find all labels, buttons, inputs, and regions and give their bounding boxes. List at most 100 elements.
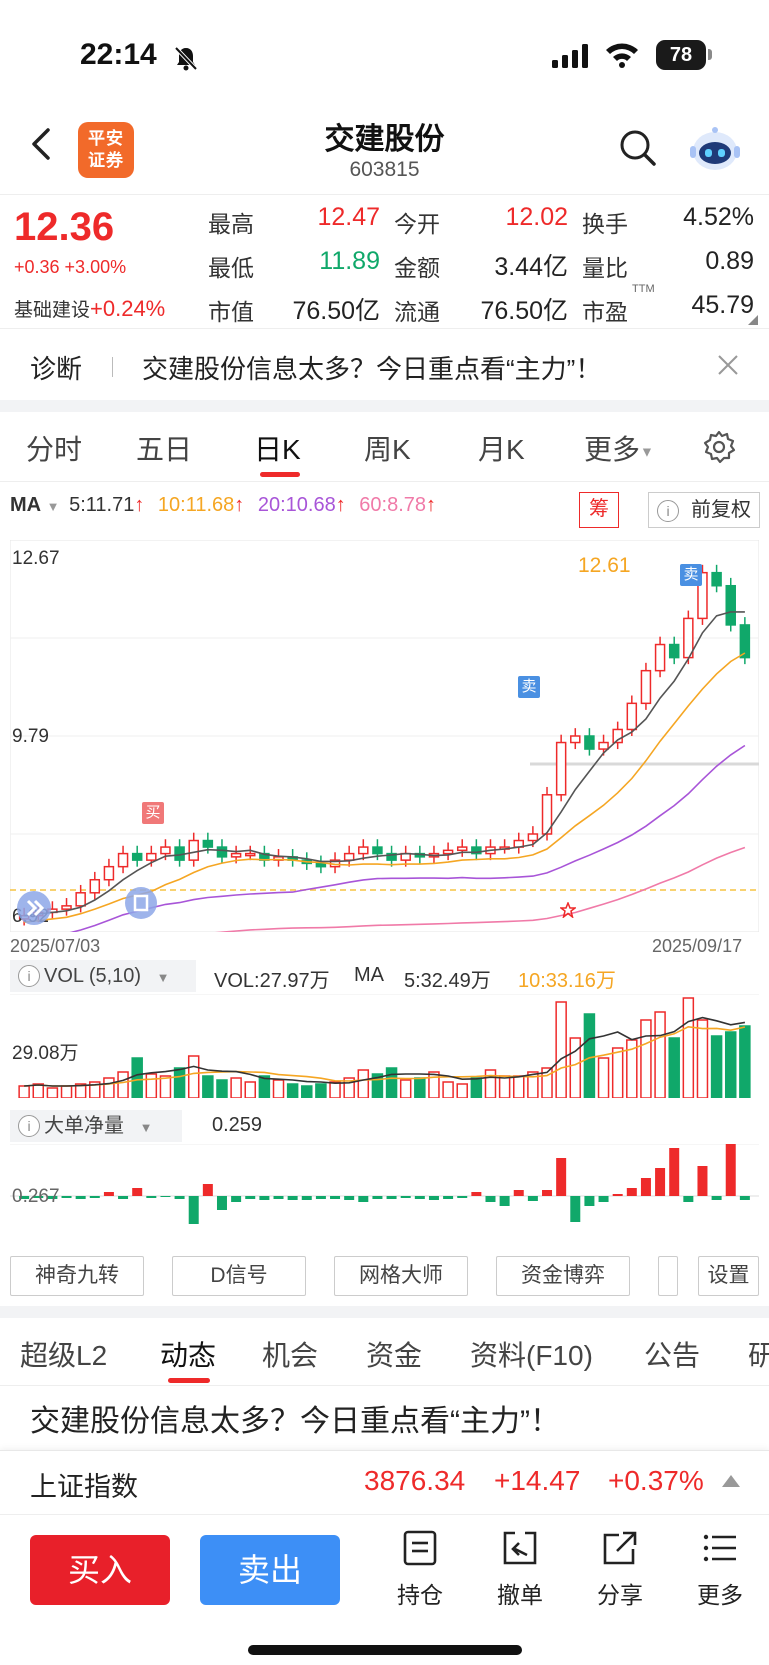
expand-corner-icon[interactable]	[748, 315, 758, 325]
kline-candle	[61, 905, 72, 910]
big-order-axis-label: 0.267	[12, 1186, 60, 1207]
volume-indicator-selector[interactable]: i VOL (5,10) ▼	[10, 960, 196, 992]
tool-fund-game[interactable]: 资金博弈	[496, 1256, 630, 1296]
big-order-bar	[669, 1148, 680, 1196]
big-order-bar	[287, 1196, 298, 1200]
tab-announcement[interactable]: 公告	[644, 1334, 700, 1374]
tab-research[interactable]: 研	[748, 1334, 769, 1374]
tab-funds[interactable]: 资金	[366, 1334, 422, 1374]
tab-opportunity[interactable]: 机会	[262, 1334, 318, 1374]
quote-value-float: 76.50亿	[480, 297, 568, 325]
big-order-bar	[89, 1196, 100, 1198]
big-order-chart[interactable]: 0.267	[10, 1144, 759, 1248]
buy-button[interactable]: 买入	[30, 1535, 170, 1605]
sell-signal-marker-2[interactable]: 卖	[680, 564, 702, 586]
big-order-bar	[146, 1196, 157, 1198]
ma-label[interactable]: MA	[10, 494, 41, 516]
tab-five-day[interactable]: 五日	[136, 428, 192, 468]
sector-info[interactable]: 基础建设+0.24%	[14, 295, 165, 322]
volume-bar	[555, 1001, 567, 1098]
volume-chart[interactable]: 29.08万	[10, 994, 759, 1098]
tab-weekly-k[interactable]: 周K	[364, 428, 411, 468]
tab-monthly-k[interactable]: 月K	[478, 428, 525, 468]
holdings-button[interactable]: 持仓	[388, 1529, 452, 1610]
stock-header: 平安 证券 交建股份 603815	[0, 110, 769, 194]
big-order-bar	[174, 1196, 185, 1199]
quote-label-amount: 金额	[394, 255, 440, 281]
quote-label-float: 流通	[394, 299, 440, 325]
holdings-label: 持仓	[397, 1582, 443, 1608]
kline-candle	[711, 571, 722, 587]
big-order-selector[interactable]: i 大单净量 ▼	[10, 1110, 182, 1142]
collapse-left-icon[interactable]	[16, 890, 52, 926]
ai-assistant-robot-icon[interactable]	[688, 124, 742, 174]
expand-up-icon[interactable]	[722, 1475, 740, 1487]
section-gap	[0, 400, 769, 412]
menu-icon	[703, 1534, 736, 1562]
close-icon[interactable]	[716, 353, 740, 377]
event-star-icon[interactable]	[560, 902, 576, 918]
tool-settings[interactable]: 设置	[698, 1256, 759, 1296]
sell-button[interactable]: 卖出	[200, 1535, 340, 1605]
tool-grid-master[interactable]: 网格大师	[334, 1256, 468, 1296]
big-order-bar	[457, 1196, 468, 1198]
volume-bar	[399, 1079, 412, 1098]
cancel-order-label: 撤单	[497, 1582, 543, 1608]
tab-super-l2[interactable]: 超级L2	[20, 1334, 107, 1374]
ma-dropdown-icon[interactable]: ▼	[47, 499, 60, 514]
tab-more[interactable]: 更多▼	[584, 428, 654, 468]
tab-intraday[interactable]: 分时	[26, 428, 82, 468]
kline-candle	[244, 852, 256, 857]
volume-bar	[484, 1069, 497, 1098]
chip-distribution-button[interactable]: 筹	[579, 492, 619, 528]
kline-candle	[372, 846, 383, 855]
big-order-bar	[542, 1190, 553, 1196]
more-button[interactable]: 更多	[688, 1529, 752, 1610]
big-order-bar	[330, 1196, 341, 1199]
kline-candle	[343, 852, 355, 861]
share-button[interactable]: 分享	[588, 1529, 652, 1610]
kline-candle	[527, 833, 539, 842]
big-order-bar	[513, 1190, 524, 1196]
kline-candle	[202, 839, 214, 848]
market-index-bar[interactable]: 上证指数 3876.34 +14.47 +0.37%	[0, 1450, 769, 1514]
big-order-bar	[301, 1196, 312, 1200]
tab-daily-k[interactable]: 日K	[254, 428, 301, 468]
volume-bar	[272, 1079, 285, 1098]
volume-bar	[414, 1077, 426, 1098]
kline-chart[interactable]: 12.67 9.79 6.92 12.61 买 卖 卖	[10, 540, 759, 932]
sector-name: 基础建设	[14, 300, 91, 321]
volume-bar	[470, 1077, 483, 1098]
gear-icon[interactable]	[702, 430, 736, 464]
tool-partial[interactable]	[658, 1256, 678, 1296]
volume-bar	[60, 1085, 73, 1098]
event-marker-icon[interactable]	[124, 886, 158, 920]
volume-bar	[329, 1081, 341, 1098]
y-axis-mid: 9.79	[12, 726, 49, 747]
tool-d-signal[interactable]: D信号	[172, 1256, 306, 1296]
kline-candle	[725, 584, 736, 626]
quote-label-market-cap: 市值	[208, 299, 254, 325]
search-icon[interactable]	[618, 128, 658, 168]
news-headline[interactable]: 交建股份信息太多？今日重点看“主力”！	[30, 1396, 560, 1440]
big-order-bar	[697, 1166, 708, 1196]
tool-magic-nine[interactable]: 神奇九转	[10, 1256, 144, 1296]
sector-change: +0.24%	[90, 296, 166, 321]
adjust-mode-label: 前复权	[691, 499, 751, 521]
tab-news-feed[interactable]: 动态	[160, 1334, 216, 1374]
kline-candle	[103, 865, 115, 881]
diagnosis-banner[interactable]: 诊断 交建股份信息太多？今日重点看“主力”！	[0, 328, 769, 400]
sell-signal-marker[interactable]: 卖	[518, 676, 540, 698]
cancel-order-button[interactable]: 撤单	[488, 1529, 552, 1610]
buy-signal-marker[interactable]: 买	[142, 802, 164, 824]
volume-ma10: 10:33.16万	[518, 970, 616, 992]
adjust-mode-button[interactable]: i 前复权	[648, 492, 760, 528]
period-tabs: 分时 五日 日K 周K 月K 更多▼	[0, 412, 769, 482]
index-value: 3876.34	[364, 1465, 466, 1496]
volume-bar	[173, 1067, 186, 1098]
tab-f10[interactable]: 资料(F10)	[470, 1334, 593, 1374]
volume-bar	[103, 1077, 115, 1098]
battery-tip	[708, 49, 712, 60]
big-order-bar	[61, 1196, 72, 1198]
quote-label-high: 最高	[208, 211, 254, 237]
